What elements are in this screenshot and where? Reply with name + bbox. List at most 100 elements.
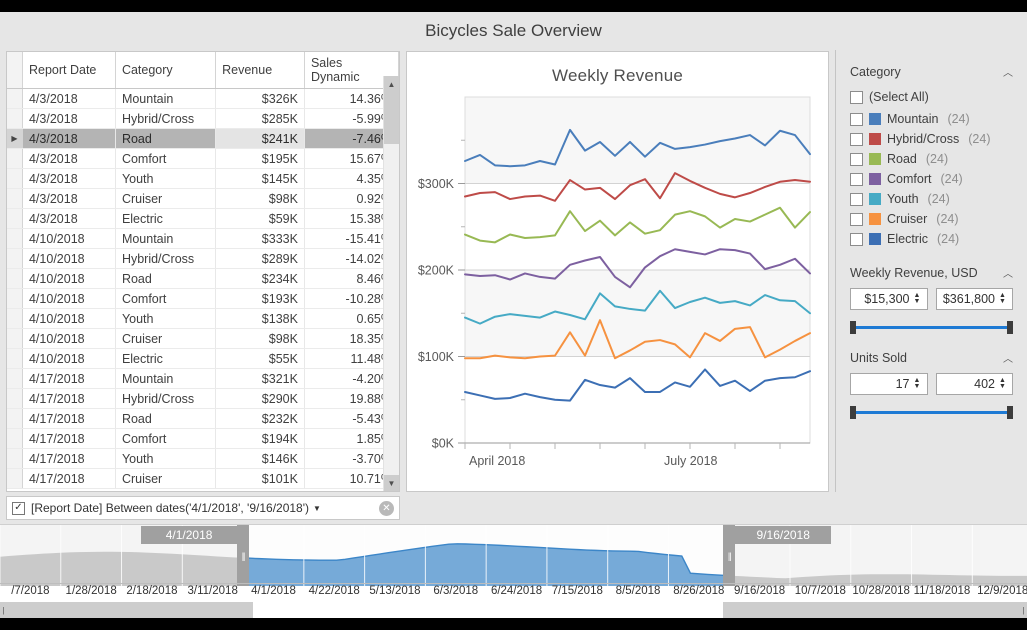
application-window: Bicycles Sale Overview Report Date Categ…: [0, 12, 1027, 618]
table-row[interactable]: 4/3/2018Hybrid/Cross$285K-5.99%: [7, 109, 399, 129]
scroll-right-icon[interactable]: |: [1020, 602, 1027, 618]
slider-handle-max[interactable]: [1007, 406, 1013, 419]
table-row[interactable]: 4/17/2018Hybrid/Cross$290K19.88%: [7, 389, 399, 409]
filter-section-units-header[interactable]: Units Sold ︿: [850, 348, 1013, 373]
spinner-arrows-icon[interactable]: ▲▼: [999, 378, 1009, 390]
range-handle-end[interactable]: ||: [723, 525, 735, 586]
table-row[interactable]: 4/10/2018Road$234K8.46%: [7, 269, 399, 289]
chevron-up-icon[interactable]: ︿: [1003, 350, 1013, 365]
cell-category: Road: [115, 129, 215, 149]
table-row[interactable]: 4/17/2018Youth$146K-3.70%: [7, 449, 399, 469]
cell-category: Cruiser: [115, 469, 215, 489]
scroll-left-icon[interactable]: |: [0, 602, 7, 618]
svg-text:$0K: $0K: [432, 437, 455, 451]
filter-item-youth[interactable]: Youth(24): [850, 189, 1013, 209]
table-row[interactable]: ▶4/3/2018Road$241K-7.46%: [7, 129, 399, 149]
table-row[interactable]: 4/10/2018Cruiser$98K18.35%: [7, 329, 399, 349]
checkbox[interactable]: [850, 113, 863, 126]
table-row[interactable]: 4/10/2018Hybrid/Cross$289K-14.02%: [7, 249, 399, 269]
table-row[interactable]: 4/3/2018Comfort$195K15.67%: [7, 149, 399, 169]
slider-track: [853, 411, 1010, 414]
horizontal-scrollbar-thumb[interactable]: [253, 602, 723, 618]
data-grid-rows: 4/3/2018Mountain$326K14.36%4/3/2018Hybri…: [7, 89, 399, 489]
scrollbar-thumb[interactable]: [384, 92, 399, 144]
chevron-up-icon[interactable]: ︿: [1003, 265, 1013, 280]
cell-report-date: 4/3/2018: [22, 189, 115, 209]
horizontal-scrollbar[interactable]: | |: [0, 602, 1027, 618]
filter-item-mountain[interactable]: Mountain(24): [850, 109, 1013, 129]
checkbox[interactable]: [850, 153, 863, 166]
range-tick-label: /7/2018: [11, 585, 49, 597]
table-row[interactable]: 4/17/2018Mountain$321K-4.20%: [7, 369, 399, 389]
table-row[interactable]: 4/3/2018Cruiser$98K0.92%: [7, 189, 399, 209]
checkbox[interactable]: [850, 213, 863, 226]
row-indicator: [7, 169, 22, 189]
table-row[interactable]: 4/10/2018Mountain$333K-15.41%: [7, 229, 399, 249]
cell-report-date: 4/17/2018: [22, 449, 115, 469]
svg-text:April 2018: April 2018: [469, 454, 525, 468]
filter-item-select-all[interactable]: (Select All): [850, 87, 1013, 107]
cell-report-date: 4/10/2018: [22, 309, 115, 329]
checkbox[interactable]: [850, 173, 863, 186]
date-range-selector[interactable]: || || 4/1/2018 9/16/2018 /7/20181/28/201…: [0, 524, 1027, 618]
column-header-revenue[interactable]: Revenue: [216, 52, 305, 89]
scroll-up-icon[interactable]: ▲: [384, 76, 399, 92]
slider-handle-min[interactable]: [850, 321, 856, 334]
range-tick-label: 7/15/2018: [552, 585, 603, 597]
scroll-down-icon[interactable]: ▼: [384, 475, 399, 491]
table-row[interactable]: 4/10/2018Comfort$193K-10.28%: [7, 289, 399, 309]
spinner-arrows-icon[interactable]: ▲▼: [999, 293, 1009, 305]
grid-vertical-scrollbar[interactable]: ▲ ▼: [383, 76, 399, 491]
cell-category: Youth: [115, 309, 215, 329]
filter-status-bar[interactable]: ✓ [Report Date] Between dates('4/1/2018'…: [6, 496, 400, 520]
chevron-down-icon[interactable]: ▼: [313, 504, 321, 513]
units-max-spinner[interactable]: 402 ▲▼: [936, 373, 1014, 395]
column-header-report-date[interactable]: Report Date: [22, 52, 115, 89]
table-row[interactable]: 4/10/2018Youth$138K0.65%: [7, 309, 399, 329]
row-indicator: [7, 449, 22, 469]
filter-item-comfort[interactable]: Comfort(24): [850, 169, 1013, 189]
main-content: Report Date Category Revenue Sales Dynam…: [0, 50, 1027, 492]
table-row[interactable]: 4/3/2018Electric$59K15.38%: [7, 209, 399, 229]
units-range-slider[interactable]: [850, 405, 1013, 419]
svg-text:$100K: $100K: [418, 350, 455, 364]
cell-report-date: 4/3/2018: [22, 209, 115, 229]
slider-handle-max[interactable]: [1007, 321, 1013, 334]
row-indicator: [7, 189, 22, 209]
slider-handle-min[interactable]: [850, 406, 856, 419]
revenue-min-spinner[interactable]: $15,300 ▲▼: [850, 288, 928, 310]
spinner-arrows-icon[interactable]: ▲▼: [914, 378, 924, 390]
checkbox[interactable]: [850, 233, 863, 246]
cell-category: Road: [115, 409, 215, 429]
checkbox[interactable]: [850, 193, 863, 206]
cell-report-date: 4/3/2018: [22, 109, 115, 129]
filter-enabled-checkbox[interactable]: ✓: [12, 502, 25, 515]
table-row[interactable]: 4/10/2018Electric$55K11.48%: [7, 349, 399, 369]
data-grid[interactable]: Report Date Category Revenue Sales Dynam…: [6, 51, 400, 492]
range-handle-start[interactable]: ||: [237, 525, 249, 586]
chevron-up-icon[interactable]: ︿: [1003, 64, 1013, 79]
spinner-arrows-icon[interactable]: ▲▼: [914, 293, 924, 305]
table-row[interactable]: 4/17/2018Cruiser$101K10.71%: [7, 469, 399, 489]
filter-section-category-header[interactable]: Category ︿: [850, 62, 1013, 87]
checkbox[interactable]: [850, 133, 863, 146]
column-header-category[interactable]: Category: [115, 52, 215, 89]
close-icon[interactable]: ✕: [379, 501, 394, 516]
filter-item-hybrid-cross[interactable]: Hybrid/Cross(24): [850, 129, 1013, 149]
revenue-max-spinner[interactable]: $361,800 ▲▼: [936, 288, 1014, 310]
checkbox-select-all[interactable]: [850, 91, 863, 104]
filter-item-cruiser[interactable]: Cruiser(24): [850, 209, 1013, 229]
table-row[interactable]: 4/17/2018Comfort$194K1.85%: [7, 429, 399, 449]
filter-section-category-title: Category: [850, 65, 901, 79]
filter-item-road[interactable]: Road(24): [850, 149, 1013, 169]
table-row[interactable]: 4/17/2018Road$232K-5.43%: [7, 409, 399, 429]
units-min-spinner[interactable]: 17 ▲▼: [850, 373, 928, 395]
filter-item-electric[interactable]: Electric(24): [850, 229, 1013, 249]
revenue-range-slider[interactable]: [850, 320, 1013, 334]
table-row[interactable]: 4/3/2018Mountain$326K14.36%: [7, 89, 399, 109]
table-row[interactable]: 4/3/2018Youth$145K4.35%: [7, 169, 399, 189]
filter-section-revenue-header[interactable]: Weekly Revenue, USD ︿: [850, 263, 1013, 288]
data-grid-body[interactable]: Report Date Category Revenue Sales Dynam…: [7, 52, 399, 491]
data-grid-table: Report Date Category Revenue Sales Dynam…: [7, 52, 399, 489]
svg-text:$300K: $300K: [418, 177, 455, 191]
